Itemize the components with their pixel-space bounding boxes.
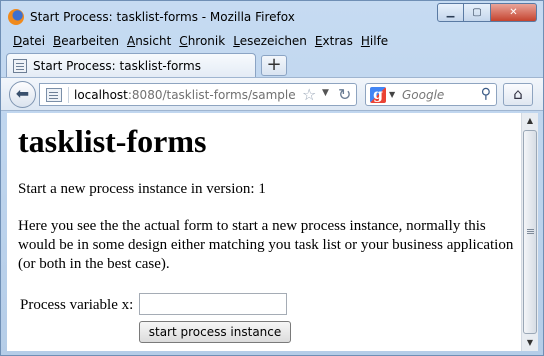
close-icon: ✕: [509, 7, 518, 18]
scrollbar-thumb[interactable]: [523, 130, 537, 334]
back-arrow-icon: ⬅: [15, 84, 30, 103]
reload-icon[interactable]: ↻: [338, 85, 351, 104]
grip-icon: [527, 229, 534, 230]
google-icon[interactable]: g: [370, 87, 386, 103]
vertical-scrollbar[interactable]: ▲ ▼: [521, 113, 538, 351]
url-host: localhost: [74, 88, 128, 102]
menu-hilfe[interactable]: Hilfe: [357, 32, 392, 50]
menu-accel: D: [13, 34, 23, 48]
back-button[interactable]: ⬅: [9, 81, 36, 108]
close-button[interactable]: ✕: [491, 3, 537, 22]
menu-label: hronik: [187, 34, 226, 48]
home-button[interactable]: ⌂: [503, 83, 533, 106]
search-engine-dropdown-icon[interactable]: ▼: [389, 90, 395, 99]
tab-strip: Start Process: tasklist-forms +: [1, 51, 543, 78]
search-icon[interactable]: ⚲: [481, 86, 491, 102]
page-icon: [13, 59, 27, 73]
tab-label: Start Process: tasklist-forms: [33, 59, 201, 73]
menu-lesezeichen[interactable]: Lesezeichen: [229, 32, 311, 50]
new-tab-button[interactable]: +: [261, 55, 287, 76]
bookmark-star-icon[interactable]: ☆: [302, 85, 316, 104]
url-text[interactable]: localhost:8080/tasklist-forms/sample-sta…: [74, 88, 296, 102]
menu-accel: C: [179, 34, 188, 48]
description-text: Here you see the the actual form to star…: [18, 218, 514, 272]
menu-ansicht[interactable]: Ansicht: [123, 32, 175, 50]
menu-chronik[interactable]: Chronik: [175, 32, 229, 50]
menu-label: earbeiten: [61, 34, 119, 48]
window-title: Start Process: tasklist-forms - Mozilla …: [30, 10, 295, 24]
version-text: Start a new process instance in version:…: [18, 181, 266, 197]
scroll-up-icon[interactable]: ▲: [522, 113, 538, 129]
url-bar[interactable]: localhost:8080/tasklist-forms/sample-sta…: [39, 83, 357, 106]
page-content: tasklist-forms Start a new process insta…: [7, 113, 521, 351]
process-variable-input[interactable]: [139, 293, 287, 315]
url-divider: [68, 87, 69, 103]
maximize-button[interactable]: ▢: [464, 3, 491, 22]
process-variable-label: Process variable x:: [20, 297, 134, 313]
menu-accel: A: [126, 34, 136, 48]
scroll-down-icon[interactable]: ▼: [522, 335, 538, 351]
menu-datei[interactable]: Datei: [9, 32, 49, 50]
site-identity-icon[interactable]: [46, 88, 62, 102]
maximize-icon: ▢: [472, 7, 482, 18]
search-bar[interactable]: g ▼ Google ⚲: [365, 83, 497, 106]
firefox-logo-icon: [8, 9, 24, 25]
title-bar[interactable]: Start Process: tasklist-forms - Mozilla …: [1, 1, 543, 31]
menu-label: xtras: [322, 34, 353, 48]
search-placeholder: Google: [402, 88, 445, 102]
menu-accel: E: [314, 34, 323, 48]
minimize-icon: ▁: [446, 7, 455, 18]
menu-bar: Datei Bearbeiten Ansicht Chronik Lesezei…: [9, 32, 392, 50]
minimize-button[interactable]: ▁: [437, 3, 464, 22]
menu-accel: H: [360, 34, 370, 48]
menu-label: ilfe: [369, 34, 389, 48]
menu-extras[interactable]: Extras: [311, 32, 357, 50]
page-title: tasklist-forms: [18, 123, 207, 159]
menu-label: esezeichen: [239, 34, 307, 48]
menu-bearbeiten[interactable]: Bearbeiten: [49, 32, 123, 50]
navigation-toolbar: ⬅ localhost:8080/tasklist-forms/sample-s…: [1, 77, 543, 111]
home-icon: ⌂: [513, 85, 523, 103]
browser-window: Start Process: tasklist-forms - Mozilla …: [0, 0, 544, 356]
menu-label: nsicht: [135, 34, 172, 48]
start-process-button[interactable]: start process instance: [139, 321, 291, 343]
menu-label: atei: [22, 34, 46, 48]
url-path: :8080/tasklist-forms/sample-star: [127, 88, 296, 102]
history-dropdown-icon[interactable]: ▼: [322, 88, 329, 98]
tab-start-process[interactable]: Start Process: tasklist-forms: [6, 53, 256, 78]
window-controls: ▁ ▢ ✕: [437, 3, 537, 22]
